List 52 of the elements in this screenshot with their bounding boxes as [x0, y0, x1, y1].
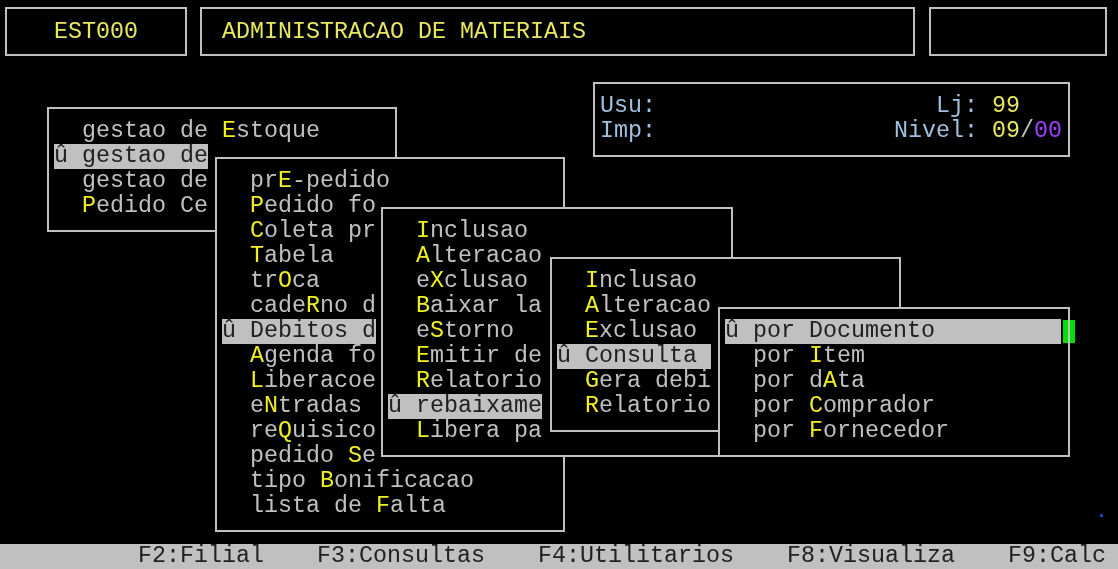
- menu-item[interactable]: eXclusao: [388, 269, 528, 294]
- menu-item[interactable]: û por Documento: [725, 319, 1061, 344]
- menu-item[interactable]: Inclusao: [388, 219, 528, 244]
- menu-item[interactable]: Relatorio: [557, 394, 711, 419]
- menu-item[interactable]: Tabela: [222, 244, 334, 269]
- menu-item[interactable]: Liberacoe: [222, 369, 376, 394]
- menu-item[interactable]: Pedido Ce: [54, 194, 208, 219]
- menu-item[interactable]: Alteracao: [557, 294, 711, 319]
- menu-item[interactable]: Pedido fo: [222, 194, 376, 219]
- menu-item[interactable]: trOca: [222, 269, 320, 294]
- menu-item[interactable]: û gestao de: [54, 144, 208, 169]
- menu-item[interactable]: por Item: [725, 344, 865, 369]
- menu-item[interactable]: Gera debi: [557, 369, 711, 394]
- menu-item[interactable]: cadeRno d: [222, 294, 376, 319]
- menu-item[interactable]: Coleta pr: [222, 219, 376, 244]
- function-key[interactable]: F8:Visualiza: [787, 544, 955, 569]
- menu-item[interactable]: Baixar la: [388, 294, 542, 319]
- menu-item[interactable]: tipo Bonificacao: [222, 469, 474, 494]
- menu-item[interactable]: û rebaixame: [388, 394, 542, 419]
- menu-item[interactable]: eStorno: [388, 319, 514, 344]
- function-key[interactable]: F3:Consultas: [317, 544, 485, 569]
- menu-item[interactable]: Emitir de: [388, 344, 542, 369]
- menu-item[interactable]: gestao de: [54, 169, 208, 194]
- store-value: 99: [992, 94, 1021, 119]
- level-value: 09/00: [992, 119, 1062, 144]
- menu-item[interactable]: pedido Se: [222, 444, 376, 469]
- menu-item[interactable]: Agenda fo: [222, 344, 376, 369]
- menu-item[interactable]: por dAta: [725, 369, 865, 394]
- program-code: EST000: [54, 20, 138, 45]
- menu-item[interactable]: por Comprador: [725, 394, 935, 419]
- function-key[interactable]: F4:Utilitarios: [538, 544, 734, 569]
- function-key[interactable]: F9:Calc: [1008, 544, 1106, 569]
- store-label: Lj:: [935, 94, 978, 119]
- menu-item[interactable]: reQuisico: [222, 419, 376, 444]
- menu-item[interactable]: por Fornecedor: [725, 419, 949, 444]
- menu-item[interactable]: Libera pa: [388, 419, 542, 444]
- level-label: Nivel:: [894, 119, 978, 144]
- function-key[interactable]: F2:Filial: [138, 544, 264, 569]
- menu-item[interactable]: prE-pedido: [222, 169, 390, 194]
- text-cursor-icon: [1063, 320, 1075, 343]
- menu-item[interactable]: Alteracao: [388, 244, 542, 269]
- menu-item[interactable]: û Debitos d: [222, 319, 376, 344]
- menu-item[interactable]: Exclusao: [557, 319, 697, 344]
- printer-label: Imp:: [600, 119, 657, 144]
- menu-item[interactable]: Relatorio: [388, 369, 542, 394]
- menu-item[interactable]: lista de Falta: [222, 494, 446, 519]
- user-label: Usu:: [600, 94, 657, 119]
- menu-item[interactable]: eNtradas: [222, 394, 362, 419]
- menu-item[interactable]: Inclusao: [557, 269, 697, 294]
- screen-title: ADMINISTRACAO DE MATERIAIS: [222, 20, 586, 45]
- menu-item[interactable]: û Consulta: [557, 344, 711, 369]
- menu-item[interactable]: gestao de Estoque: [54, 119, 320, 144]
